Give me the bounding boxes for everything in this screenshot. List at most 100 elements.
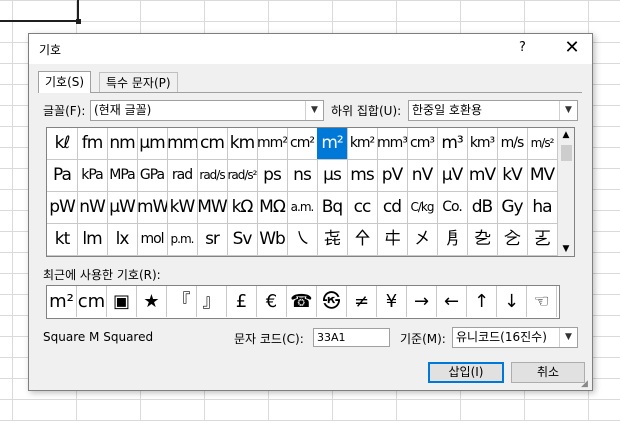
recent-symbol-cell[interactable]: ▣ — [107, 286, 137, 317]
symbol-cell[interactable]: mol — [137, 224, 168, 256]
chevron-down-icon[interactable]: ▼ — [559, 101, 577, 120]
recent-symbol-cell[interactable]: € — [257, 286, 287, 317]
symbol-cell[interactable]: lx — [107, 224, 138, 256]
recent-symbol-cell[interactable]: ↑ — [467, 286, 497, 317]
symbol-cell[interactable]: μm — [137, 128, 168, 160]
recent-symbol-cell[interactable]: ← — [437, 286, 467, 317]
recent-symbol-cell[interactable]: m² — [47, 286, 77, 317]
symbol-cell[interactable]: Bq — [317, 192, 348, 224]
symbol-cell[interactable]: cm² — [287, 128, 318, 160]
basis-select[interactable]: 유니코드(16진수) ▼ — [452, 327, 578, 348]
recent-symbol-cell[interactable]: cm — [77, 286, 107, 317]
symbol-cell[interactable]: mm³ — [377, 128, 408, 160]
recent-symbol-cell[interactable]: ☜ — [527, 286, 557, 317]
symbol-cell[interactable]: pV — [377, 160, 408, 192]
symbol-cell[interactable]: cm — [197, 128, 228, 160]
symbol-cell[interactable]: cm³ — [407, 128, 438, 160]
symbol-cell[interactable]: MV — [527, 160, 558, 192]
symbol-cell[interactable]: ha — [527, 192, 558, 224]
symbol-cell[interactable]: μW — [107, 192, 138, 224]
symbol-cell[interactable]: lm — [77, 224, 108, 256]
symbol-cell[interactable]: kV — [497, 160, 528, 192]
symbol-cell[interactable]: mm — [167, 128, 198, 160]
symbol-cell[interactable]: rad/s² — [227, 160, 258, 192]
symbol-cell[interactable]: 㐇 — [467, 224, 498, 256]
symbol-cell[interactable]: MΩ — [257, 192, 288, 224]
symbol-cell[interactable]: MW — [197, 192, 228, 224]
symbol-grid-scrollbar[interactable]: ▲ ▼ — [558, 127, 575, 257]
symbol-cell[interactable]: 㐅 — [407, 224, 438, 256]
symbol-cell[interactable]: km — [227, 128, 258, 160]
symbol-cell[interactable]: Wb — [257, 224, 288, 256]
cancel-button[interactable]: 취소 — [511, 362, 585, 383]
symbol-cell[interactable]: ns — [287, 160, 318, 192]
font-select[interactable]: (현재 글꼴) ▼ — [90, 100, 324, 121]
symbol-cell[interactable]: rad — [167, 160, 198, 192]
symbol-cell[interactable]: km³ — [467, 128, 498, 160]
symbol-cell[interactable]: Pa — [47, 160, 78, 192]
symbol-cell[interactable]: mW — [137, 192, 168, 224]
tab-symbols[interactable]: 기호(S) — [38, 71, 92, 93]
close-icon[interactable]: ✕ — [561, 37, 583, 59]
recent-symbol-cell[interactable]: £ — [227, 286, 257, 317]
resize-grip-icon[interactable]: ◢ — [581, 379, 591, 389]
selected-cell[interactable] — [0, 0, 81, 24]
symbol-cell[interactable]: m³ — [437, 128, 468, 160]
symbol-cell[interactable]: kΩ — [227, 192, 258, 224]
symbol-cell[interactable]: 㐉 — [527, 224, 558, 256]
symbol-cell[interactable]: fm — [77, 128, 108, 160]
char-code-input[interactable]: 33A1 — [313, 328, 390, 347]
recent-symbol-cell[interactable]: 』 — [197, 286, 227, 317]
symbol-cell[interactable]: MPa — [107, 160, 138, 192]
recent-symbol-cell[interactable]: ㉿ — [317, 286, 347, 317]
symbol-cell[interactable]: kℓ — [47, 128, 78, 160]
insert-button[interactable]: 삽입(I) — [428, 362, 504, 383]
symbol-cell[interactable]: 㐄 — [377, 224, 408, 256]
scroll-down-icon[interactable]: ▼ — [558, 242, 574, 256]
symbol-cell[interactable]: μV — [437, 160, 468, 192]
symbol-cell[interactable]: ㇏ — [287, 224, 318, 256]
chevron-down-icon[interactable]: ▼ — [559, 328, 577, 347]
symbol-cell[interactable]: mV — [467, 160, 498, 192]
symbol-cell[interactable]: ps — [257, 160, 288, 192]
recent-symbol-cell[interactable]: ≠ — [347, 286, 377, 317]
fill-handle[interactable] — [76, 19, 81, 24]
symbol-cell[interactable]: 㐂 — [317, 224, 348, 256]
symbol-cell[interactable]: mm² — [257, 128, 288, 160]
symbol-cell[interactable]: nW — [77, 192, 108, 224]
symbol-cell[interactable]: C/kg — [407, 192, 438, 224]
symbol-cell[interactable]: Gy — [497, 192, 528, 224]
symbol-cell[interactable]: a.m. — [287, 192, 318, 224]
recent-symbol-cell[interactable]: ☎ — [287, 286, 317, 317]
symbol-cell[interactable]: rad/s — [197, 160, 228, 192]
help-button[interactable]: ? — [519, 40, 526, 55]
symbol-cell[interactable]: kPa — [77, 160, 108, 192]
recent-symbol-cell[interactable]: ¥ — [377, 286, 407, 317]
symbol-cell[interactable]: 㐈 — [497, 224, 528, 256]
symbol-cell[interactable]: GPa — [137, 160, 168, 192]
symbol-cell[interactable]: 㐆 — [437, 224, 468, 256]
symbol-cell[interactable]: kW — [167, 192, 198, 224]
tab-special-characters[interactable]: 특수 문자(P) — [99, 72, 178, 93]
subset-select[interactable]: 한중일 호환용 ▼ — [408, 100, 578, 121]
symbol-cell[interactable]: cd — [377, 192, 408, 224]
symbol-cell[interactable]: ms — [347, 160, 378, 192]
symbol-cell[interactable]: sr — [197, 224, 228, 256]
symbol-cell[interactable]: cc — [347, 192, 378, 224]
recent-symbol-cell[interactable]: → — [407, 286, 437, 317]
symbol-cell[interactable]: dB — [467, 192, 498, 224]
scroll-up-icon[interactable]: ▲ — [558, 128, 574, 142]
symbol-cell[interactable]: pW — [47, 192, 78, 224]
symbol-cell[interactable]: m² — [317, 128, 348, 160]
recent-symbols[interactable]: m² cm ▣ ★ 『』 £ € ☎ ㉿ ≠ ¥ → ← ↑ ↓ ☜ — [46, 285, 560, 319]
symbol-cell[interactable]: m/s² — [527, 128, 558, 160]
symbol-cell[interactable]: kt — [47, 224, 78, 256]
recent-symbol-cell[interactable]: ★ — [137, 286, 167, 317]
chevron-down-icon[interactable]: ▼ — [305, 101, 323, 120]
recent-symbol-cell[interactable]: ↓ — [497, 286, 527, 317]
symbol-cell[interactable]: 㐃 — [347, 224, 378, 256]
symbol-cell[interactable]: μs — [317, 160, 348, 192]
symbol-cell[interactable]: nV — [407, 160, 438, 192]
symbol-cell[interactable]: km² — [347, 128, 378, 160]
symbol-grid[interactable]: kℓ fm nm μm mm cm km mm² cm² m² km² mm³ cm³ m³ km³ m/s m… — [46, 127, 560, 257]
